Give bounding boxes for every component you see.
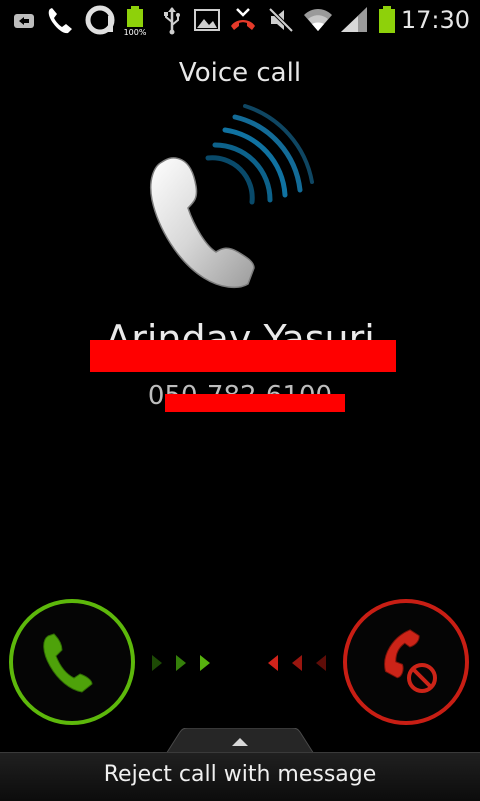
wifi-icon <box>304 9 332 31</box>
battery-small-label: 100% <box>124 28 147 36</box>
missed-call-icon <box>231 8 255 30</box>
caller-name-redaction <box>90 340 396 372</box>
reject-message-handle[interactable] <box>166 728 314 754</box>
mute-icon <box>268 7 294 33</box>
signal-icon <box>341 7 367 32</box>
usb-icon <box>164 7 180 35</box>
reject-with-message-label[interactable]: Reject call with message <box>0 762 480 787</box>
call-icon <box>48 8 72 34</box>
swipe-left-arrows-icon <box>268 655 326 671</box>
app-icon <box>85 5 115 35</box>
ringing-phone-icon <box>150 104 314 289</box>
call-type-title: Voice call <box>178 58 302 88</box>
status-time: 17:30 <box>400 6 470 34</box>
battery-100-icon: 100% <box>124 6 147 36</box>
accept-call-button[interactable] <box>8 598 136 726</box>
status-bar: 100% 17:30 <box>0 0 480 40</box>
battery-icon <box>379 6 395 33</box>
swipe-right-arrows-icon <box>152 655 210 671</box>
reject-call-button[interactable] <box>342 598 470 726</box>
image-icon <box>194 9 220 31</box>
notification-icon <box>14 14 34 28</box>
caller-number-redaction <box>165 394 345 412</box>
